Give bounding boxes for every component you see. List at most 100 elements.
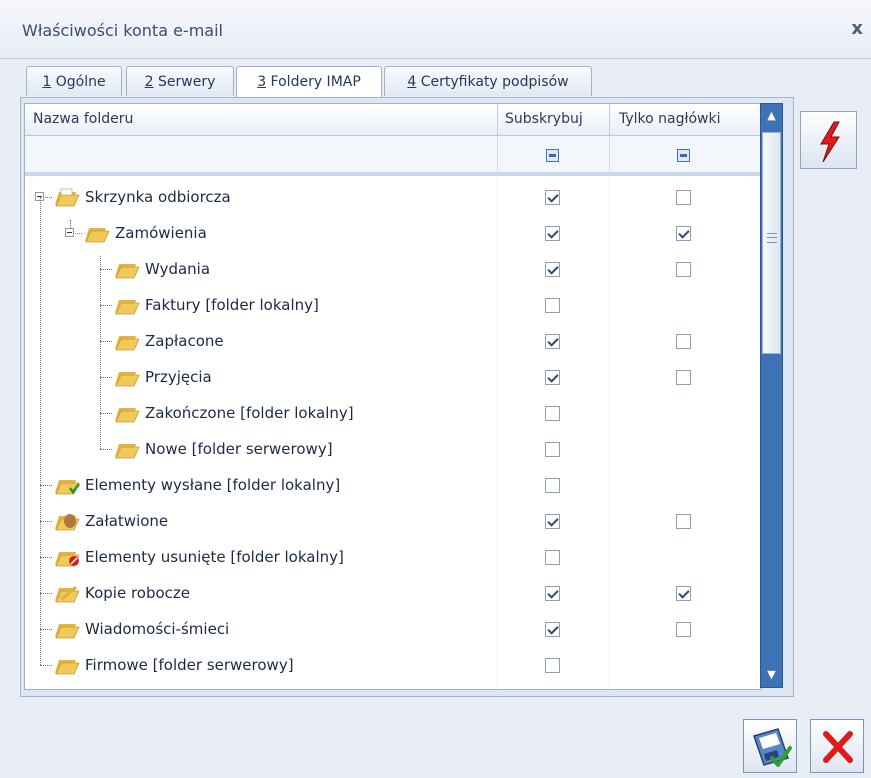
tree-connector <box>40 557 52 558</box>
folder-row[interactable]: Kopie robocze <box>25 575 761 611</box>
folder-name: Kopie robocze <box>85 584 191 602</box>
tab-general-num: 1 <box>42 74 52 90</box>
folder-done-icon <box>52 507 80 533</box>
subscribe-checkbox[interactable] <box>545 406 560 421</box>
column-divider <box>609 136 610 172</box>
folder-name: Zapłacone <box>145 332 224 350</box>
scroll-down-icon[interactable]: ▼ <box>761 663 782 687</box>
tab-general[interactable]: 1 Ogólne <box>26 66 122 96</box>
subscribe-checkbox[interactable] <box>545 586 560 601</box>
folder-name: Zakończone [folder lokalny] <box>145 404 354 422</box>
vertical-scrollbar[interactable]: ▲ ▼ <box>760 103 783 688</box>
save-button[interactable] <box>743 719 797 773</box>
collapse-toggle-icon[interactable] <box>65 228 74 237</box>
tree-connector <box>40 665 52 666</box>
column-header-name[interactable]: Nazwa folderu <box>33 104 133 135</box>
tree-connector <box>100 449 112 450</box>
tab-certificates[interactable]: 4 Certyfikaty podpisów <box>384 66 592 96</box>
tab-general-label: Ogólne <box>51 74 106 90</box>
subscribe-checkbox[interactable] <box>545 262 560 277</box>
folder-row[interactable]: Elementy wysłane [folder lokalny] <box>25 467 761 503</box>
folder-name: Przyjęcia <box>145 368 212 386</box>
headers-only-checkbox[interactable] <box>676 262 691 277</box>
folder-row[interactable]: Zapłacone <box>25 323 761 359</box>
headers-only-checkbox[interactable] <box>676 586 691 601</box>
folder-icon <box>52 651 80 677</box>
headers-only-checkbox[interactable] <box>676 622 691 637</box>
folder-row[interactable]: Nowe [folder serwerowy] <box>25 431 761 467</box>
folder-icon <box>112 363 140 389</box>
folder-sent-icon <box>52 471 80 497</box>
tree-connector <box>100 341 112 342</box>
window-title: Właściwości konta e-mail <box>22 21 223 40</box>
tree-connector <box>100 269 112 270</box>
scroll-up-icon[interactable]: ▲ <box>761 104 782 128</box>
subscribe-checkbox[interactable] <box>545 334 560 349</box>
headers-only-checkbox[interactable] <box>676 514 691 529</box>
headers-only-checkbox[interactable] <box>676 370 691 385</box>
subscribe-checkbox[interactable] <box>545 442 560 457</box>
scrollbar-thumb[interactable] <box>762 132 781 354</box>
tree-connector <box>40 629 52 630</box>
column-header-headers-only[interactable]: Tylko nagłówki <box>619 104 721 135</box>
subscribe-checkbox[interactable] <box>545 226 560 241</box>
subscribe-checkbox[interactable] <box>545 190 560 205</box>
tree-connector <box>100 305 112 306</box>
tree-connector <box>100 256 101 449</box>
folder-name: Załatwione <box>85 512 169 530</box>
folder-name: Firmowe [folder serwerowy] <box>85 656 294 674</box>
headers-only-checkbox[interactable] <box>676 334 691 349</box>
folder-row[interactable]: Skrzynka odbiorcza <box>25 179 761 215</box>
headers-only-checkbox[interactable] <box>676 226 691 241</box>
cancel-icon <box>823 731 853 763</box>
folder-row[interactable]: Elementy usunięte [folder lokalny] <box>25 539 761 575</box>
folder-icon <box>112 327 140 353</box>
folder-name: Wiadomości-śmieci <box>85 620 230 638</box>
tab-imap-num: 3 <box>257 74 267 90</box>
folder-row[interactable]: Zamówienia <box>25 215 761 251</box>
tab-servers-num: 2 <box>144 74 154 90</box>
folder-grid: Nazwa folderu Subskrybuj Tylko nagłówki … <box>24 103 762 690</box>
column-divider <box>497 104 498 135</box>
folder-row[interactable]: Zakończone [folder lokalny] <box>25 395 761 431</box>
folder-row[interactable]: Załatwione <box>25 503 761 539</box>
folder-icon <box>112 435 140 461</box>
folder-inbox-icon <box>52 183 80 209</box>
tab-imap-folders[interactable]: 3 Foldery IMAP <box>236 66 382 98</box>
folder-row[interactable]: Faktury [folder lokalny] <box>25 287 761 323</box>
cancel-button[interactable] <box>810 719 864 773</box>
headers-only-checkbox[interactable] <box>676 190 691 205</box>
subscribe-checkbox[interactable] <box>545 658 560 673</box>
tree-connector <box>100 377 112 378</box>
column-header-subscribe[interactable]: Subskrybuj <box>505 104 583 135</box>
folder-icon <box>112 399 140 425</box>
tab-certificates-num: 4 <box>407 74 417 90</box>
scroll-grip-icon <box>767 233 777 243</box>
subscribe-checkbox[interactable] <box>545 514 560 529</box>
folder-row[interactable]: Przyjęcia <box>25 359 761 395</box>
tab-servers-label: Serwery <box>153 74 216 90</box>
folder-icon <box>112 255 140 281</box>
folder-row[interactable]: Wydania <box>25 251 761 287</box>
tree-connector <box>70 220 71 228</box>
folder-row[interactable]: Firmowe [folder serwerowy] <box>25 647 761 683</box>
folder-row[interactable]: Wiadomości-śmieci <box>25 611 761 647</box>
headers-all-checkbox[interactable] <box>677 149 690 162</box>
subscribe-all-checkbox[interactable] <box>546 149 559 162</box>
subscribe-checkbox[interactable] <box>545 550 560 565</box>
tab-certificates-label: Certyfikaty podpisów <box>416 74 569 90</box>
save-icon <box>753 728 792 767</box>
folder-name: Wydania <box>145 260 211 278</box>
subscribe-checkbox[interactable] <box>545 478 560 493</box>
subscribe-checkbox[interactable] <box>545 622 560 637</box>
folder-name: Skrzynka odbiorcza <box>85 188 231 206</box>
lightning-icon <box>820 121 840 163</box>
folder-name: Elementy wysłane [folder lokalny] <box>85 476 341 494</box>
folder-name: Faktury [folder lokalny] <box>145 296 319 314</box>
refresh-folders-button[interactable] <box>800 111 857 169</box>
subscribe-checkbox[interactable] <box>545 298 560 313</box>
grid-header: Nazwa folderu Subskrybuj Tylko nagłówki <box>25 104 761 136</box>
close-icon[interactable]: x <box>851 18 863 39</box>
subscribe-checkbox[interactable] <box>545 370 560 385</box>
tab-servers[interactable]: 2 Serwery <box>126 66 234 96</box>
